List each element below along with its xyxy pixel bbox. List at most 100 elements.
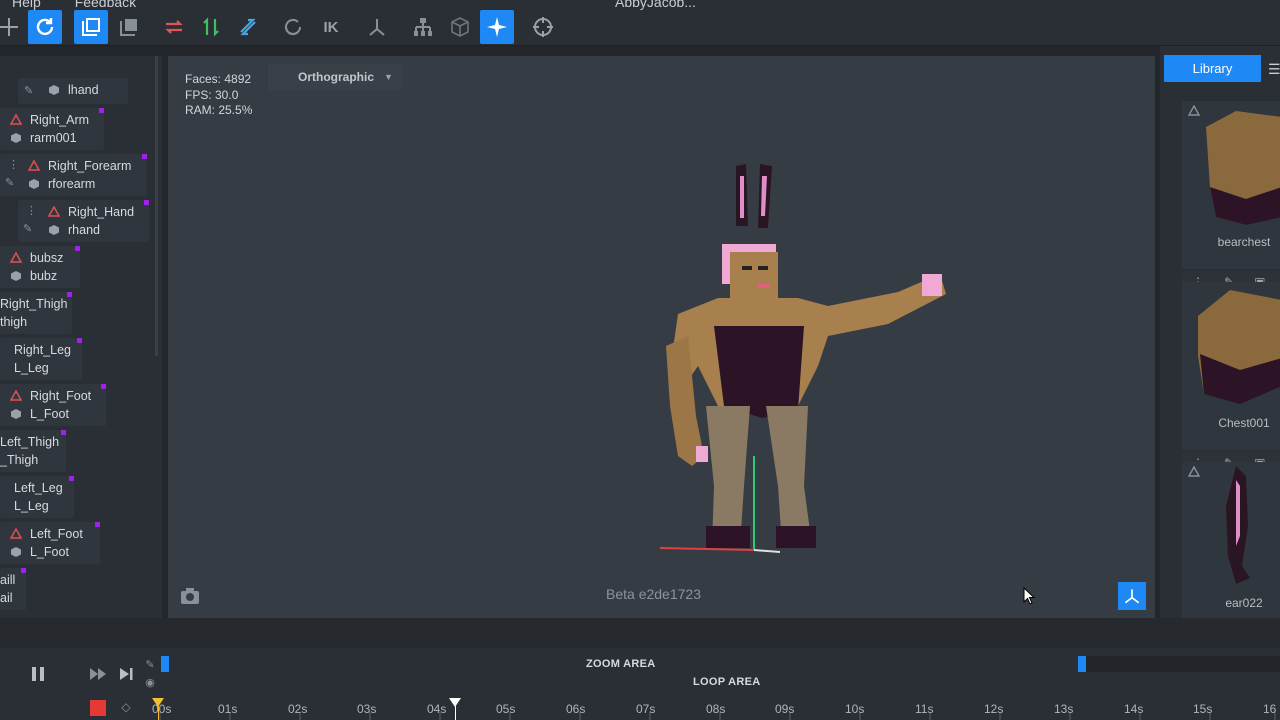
zoom-scrollbar[interactable] — [1078, 656, 1280, 672]
item-thumbnail — [1206, 111, 1280, 225]
mirror-z-button[interactable] — [231, 10, 265, 44]
library-item-name: bearchest — [1217, 235, 1271, 249]
arrows-y-icon — [203, 17, 219, 37]
step-forward-button[interactable] — [86, 662, 110, 686]
local-space-icon — [82, 18, 100, 36]
zoom-handle[interactable] — [1078, 656, 1086, 672]
item-thumbnail — [1198, 290, 1280, 404]
mesh-label: L_Foot — [30, 407, 69, 421]
mouse-cursor-icon — [1023, 587, 1036, 605]
cube-icon — [11, 133, 21, 143]
axes-button[interactable] — [360, 10, 394, 44]
arrows-z-icon — [240, 18, 256, 36]
tick-label: 12s — [984, 702, 1004, 716]
hierarchy-node[interactable]: Right_Arm rarm001 — [0, 108, 104, 150]
global-space-icon — [120, 19, 137, 36]
hamburger-menu-icon[interactable]: ☰ — [1268, 61, 1280, 78]
pencil-icon: ✎ — [24, 85, 34, 97]
cube-button[interactable] — [443, 10, 477, 44]
menu-feedback[interactable]: Feedback — [75, 0, 136, 10]
record-button[interactable] — [90, 700, 106, 716]
mesh-label: _Thigh — [0, 453, 39, 467]
tick-label: 03s — [357, 702, 377, 716]
loop-button[interactable] — [276, 10, 310, 44]
hierarchy-node[interactable]: ⋮ ✎ Right_Forearm rforearm — [0, 154, 147, 196]
bone-label: aill — [0, 573, 16, 587]
mesh-label: rforearm — [48, 177, 96, 191]
library-item[interactable]: Chest001 ⋮ ✎ ▣ — [1182, 282, 1280, 474]
move-icon — [0, 18, 18, 36]
tick-label: 07s — [636, 702, 656, 716]
bone-icon — [10, 114, 22, 125]
bone-label: Right_Thigh — [0, 297, 68, 311]
drag-handle-icon[interactable]: ⋮ — [26, 204, 37, 217]
drag-handle-icon[interactable]: ⋮ — [8, 158, 19, 171]
hierarchy-node[interactable]: aill ail — [0, 568, 26, 610]
mesh-label: L_Leg — [14, 499, 49, 513]
pencil-icon: ✎ — [5, 177, 15, 189]
cube-icon — [11, 409, 21, 419]
view-axes-button[interactable] — [1118, 582, 1146, 610]
target-button[interactable] — [526, 10, 560, 44]
playhead-line — [455, 706, 456, 720]
time-ruler[interactable]: 00s 01s 02s 03s 04s 05s 06s 07s 08s 09s … — [150, 692, 1280, 720]
zoom-start-handle[interactable] — [161, 656, 169, 672]
app-title: AbbyJacob... — [615, 0, 696, 10]
timeline-panel: ✎ ◉ ZOOM AREA LOOP AREA ◇ 00s 01s 02s 03… — [0, 618, 1280, 720]
tab-library[interactable]: Library — [1164, 55, 1261, 82]
color-flag — [99, 108, 104, 113]
keyframe-button[interactable]: ◇ — [118, 698, 134, 716]
visibility-button[interactable]: ◉ — [143, 675, 157, 689]
hierarchy-node[interactable]: Right_Leg L_Leg — [0, 338, 82, 380]
bone-label: Left_Foot — [30, 527, 83, 541]
ik-button[interactable]: IK — [314, 10, 348, 44]
move-tool-button[interactable] — [0, 10, 26, 44]
pause-button[interactable] — [26, 662, 50, 686]
hierarchy-node[interactable]: bubsz bubz — [0, 246, 80, 288]
bone-icon — [28, 160, 40, 171]
hierarchy-scrollbar[interactable] — [155, 56, 158, 356]
local-space-button[interactable] — [74, 10, 108, 44]
hierarchy-node[interactable]: Right_Thigh thigh — [0, 292, 72, 334]
mirror-x-button[interactable] — [157, 10, 191, 44]
bone-icon — [48, 206, 60, 217]
cube-icon — [11, 547, 21, 557]
hierarchy-node[interactable]: ✎ lhand — [18, 78, 128, 104]
library-item-name: Chest001 — [1218, 416, 1270, 430]
hierarchy-node[interactable]: Left_Thigh _Thigh — [0, 430, 66, 472]
hierarchy-node[interactable]: Left_Leg L_Leg — [0, 476, 74, 518]
fast-forward-icon — [90, 668, 106, 680]
tick-label: 11s — [915, 702, 934, 716]
library-item[interactable]: ear022 — [1182, 462, 1280, 630]
bone-label: Right_Foot — [30, 389, 92, 403]
mirror-y-button[interactable] — [194, 10, 228, 44]
global-space-button[interactable] — [112, 10, 146, 44]
bone-icon — [10, 390, 22, 401]
eye-icon: ◉ — [145, 676, 155, 689]
hierarchy-node[interactable]: Left_Foot L_Foot — [0, 522, 100, 564]
tick-label: 02s — [288, 702, 308, 716]
edit-keys-button[interactable]: ✎ — [143, 657, 157, 671]
projection-select[interactable]: Orthographic ▼ — [268, 64, 402, 90]
mesh-label: ail — [0, 591, 13, 605]
hierarchy-panel: ✎ lhand Right_Arm rarm001 ⋮ ✎ Right_Fore… — [0, 56, 162, 618]
hierarchy-button[interactable] — [406, 10, 440, 44]
rotate-tool-button[interactable] — [28, 10, 62, 44]
3d-viewport[interactable]: Faces: 4892 FPS: 30.0 RAM: 25.5% Orthogr… — [168, 56, 1155, 618]
hierarchy-node[interactable]: Right_Foot L_Foot — [0, 384, 106, 426]
rotate-icon — [36, 18, 54, 36]
cube-icon — [49, 85, 59, 95]
arrows-x-icon — [165, 20, 183, 34]
tick-label: 06s — [566, 702, 586, 716]
skip-end-button[interactable] — [114, 662, 138, 686]
hierarchy-node[interactable]: ⋮ ✎ Right_Hand rhand — [18, 200, 149, 242]
tick-label: 08s — [706, 702, 726, 716]
bone-label: Left_Thigh — [0, 435, 60, 449]
library-item[interactable]: bearchest ⋮ ✎ ▣ — [1182, 101, 1280, 293]
color-flag — [75, 246, 80, 251]
sparkle-button[interactable] — [480, 10, 514, 44]
tick-label: 09s — [775, 702, 795, 716]
camera-icon[interactable] — [178, 584, 202, 608]
color-flag — [101, 384, 106, 389]
menu-help[interactable]: Help — [12, 0, 41, 10]
